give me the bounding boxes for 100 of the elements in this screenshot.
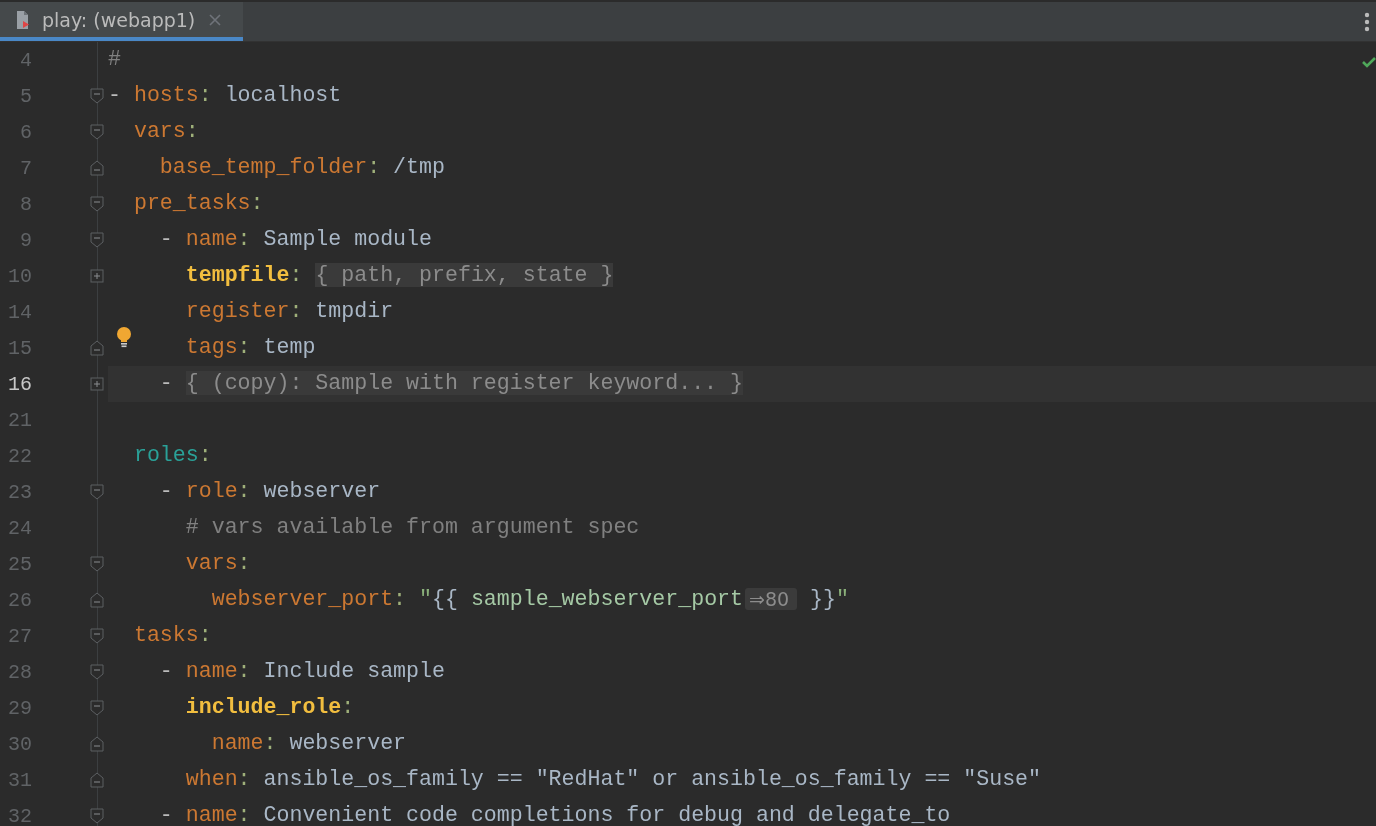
code-comment: # <box>108 46 121 71</box>
line-number: 26 <box>7 588 32 612</box>
fold-icon[interactable] <box>90 196 104 212</box>
template-variable: sample_webserver_port <box>470 586 743 611</box>
yaml-key: vars <box>133 118 186 143</box>
yaml-value: Convenient code completions for debug and delegate_to <box>263 802 951 826</box>
code-comment: # vars available from argument spec <box>185 514 640 539</box>
line-number: 7 <box>19 156 32 180</box>
line-number: 25 <box>7 552 32 576</box>
fold-icon[interactable] <box>90 88 104 104</box>
yaml-value: Sample module <box>263 226 432 251</box>
list-dash: - <box>159 226 174 251</box>
expand-icon[interactable] <box>90 269 104 283</box>
yaml-key: tempfile <box>185 262 290 287</box>
yaml-key: base_temp_folder <box>159 154 368 179</box>
yaml-value: localhost <box>224 82 342 107</box>
more-options-icon[interactable] <box>1364 11 1370 32</box>
fold-icon[interactable] <box>90 772 104 788</box>
list-dash: - <box>159 802 174 826</box>
line-number: 30 <box>7 732 32 756</box>
colon: : <box>341 694 355 719</box>
fold-icon[interactable] <box>90 664 104 680</box>
folded-code[interactable]: { (copy): Sample with register keyword... } <box>185 370 743 395</box>
yaml-key: when <box>185 766 238 791</box>
line-number: 10 <box>7 264 32 288</box>
line-number: 16 <box>7 372 32 396</box>
colon: : <box>237 478 252 503</box>
fold-icon[interactable] <box>90 592 104 608</box>
fold-icon[interactable] <box>90 808 104 824</box>
line-number: 6 <box>19 120 32 144</box>
colon: : <box>237 550 251 575</box>
colon: : <box>198 442 212 467</box>
template-brace: {{ <box>432 586 458 611</box>
yaml-value: temp <box>263 334 316 359</box>
colon: : <box>185 118 199 143</box>
fold-icon[interactable] <box>90 160 104 176</box>
line-number: 4 <box>19 48 32 72</box>
fold-icon[interactable] <box>90 700 104 716</box>
yaml-key: roles <box>133 442 199 467</box>
file-icon <box>14 9 32 30</box>
checkmark-icon <box>1362 57 1376 68</box>
line-number: 8 <box>19 192 32 216</box>
line-number: 23 <box>7 480 32 504</box>
list-dash: - <box>159 658 174 683</box>
fold-icon[interactable] <box>90 340 104 356</box>
yaml-value: webserver <box>263 478 381 503</box>
colon: : <box>237 802 252 826</box>
line-number: 14 <box>7 300 32 324</box>
fold-icon[interactable] <box>90 736 104 752</box>
yaml-key: tags <box>185 334 238 359</box>
line-number: 32 <box>7 804 32 826</box>
yaml-key: pre_tasks <box>133 190 251 215</box>
colon: : <box>198 622 212 647</box>
expand-icon[interactable] <box>90 377 104 391</box>
yaml-key: role <box>185 478 238 503</box>
line-number: 27 <box>7 624 32 648</box>
line-number: 9 <box>19 228 32 252</box>
fold-icon[interactable] <box>90 232 104 248</box>
colon: : <box>250 190 264 215</box>
line-number: 24 <box>7 516 32 540</box>
lightbulb-icon[interactable] <box>116 325 132 348</box>
yaml-value: ansible_os_family == "RedHat" or ansible_os_family == "Suse" <box>263 766 1042 791</box>
fold-icon[interactable] <box>90 628 104 644</box>
colon: : <box>367 154 382 179</box>
list-dash: - <box>159 370 174 395</box>
line-number: 22 <box>7 444 32 468</box>
yaml-value: tmpdir <box>315 298 394 323</box>
fold-icon[interactable] <box>90 556 104 572</box>
yaml-value: webserver <box>289 730 407 755</box>
colon: : <box>237 334 252 359</box>
string-quote: " <box>419 586 432 611</box>
line-number: 28 <box>7 660 32 684</box>
list-dash: - <box>159 478 174 503</box>
close-icon[interactable] <box>209 13 222 26</box>
yaml-value: /tmp <box>393 154 445 179</box>
editor-tab[interactable]: play: (webapp1) <box>0 2 243 41</box>
yaml-value: Include sample <box>263 658 445 683</box>
yaml-key: name <box>185 802 238 826</box>
yaml-key: tasks <box>133 622 199 647</box>
yaml-key: hosts <box>133 82 199 107</box>
yaml-key: register <box>185 298 290 323</box>
yaml-key: webserver_port <box>211 586 394 611</box>
yaml-key: name <box>185 226 238 251</box>
colon: : <box>237 658 252 683</box>
yaml-key: vars <box>185 550 238 575</box>
colon: : <box>289 262 303 287</box>
colon: : <box>237 226 252 251</box>
inlay-hint: ⇒80 <box>745 587 798 610</box>
colon: : <box>393 586 408 611</box>
yaml-key: name <box>211 730 264 755</box>
line-number: 15 <box>7 336 32 360</box>
line-number: 29 <box>7 696 32 720</box>
colon: : <box>237 766 252 791</box>
folded-code[interactable]: { path, prefix, state } <box>315 262 614 287</box>
fold-icon[interactable] <box>90 124 104 140</box>
fold-icon[interactable] <box>90 484 104 500</box>
colon: : <box>289 298 304 323</box>
string-quote: " <box>836 586 849 611</box>
template-brace: }} <box>810 586 836 611</box>
yaml-key: include_role <box>185 694 342 719</box>
